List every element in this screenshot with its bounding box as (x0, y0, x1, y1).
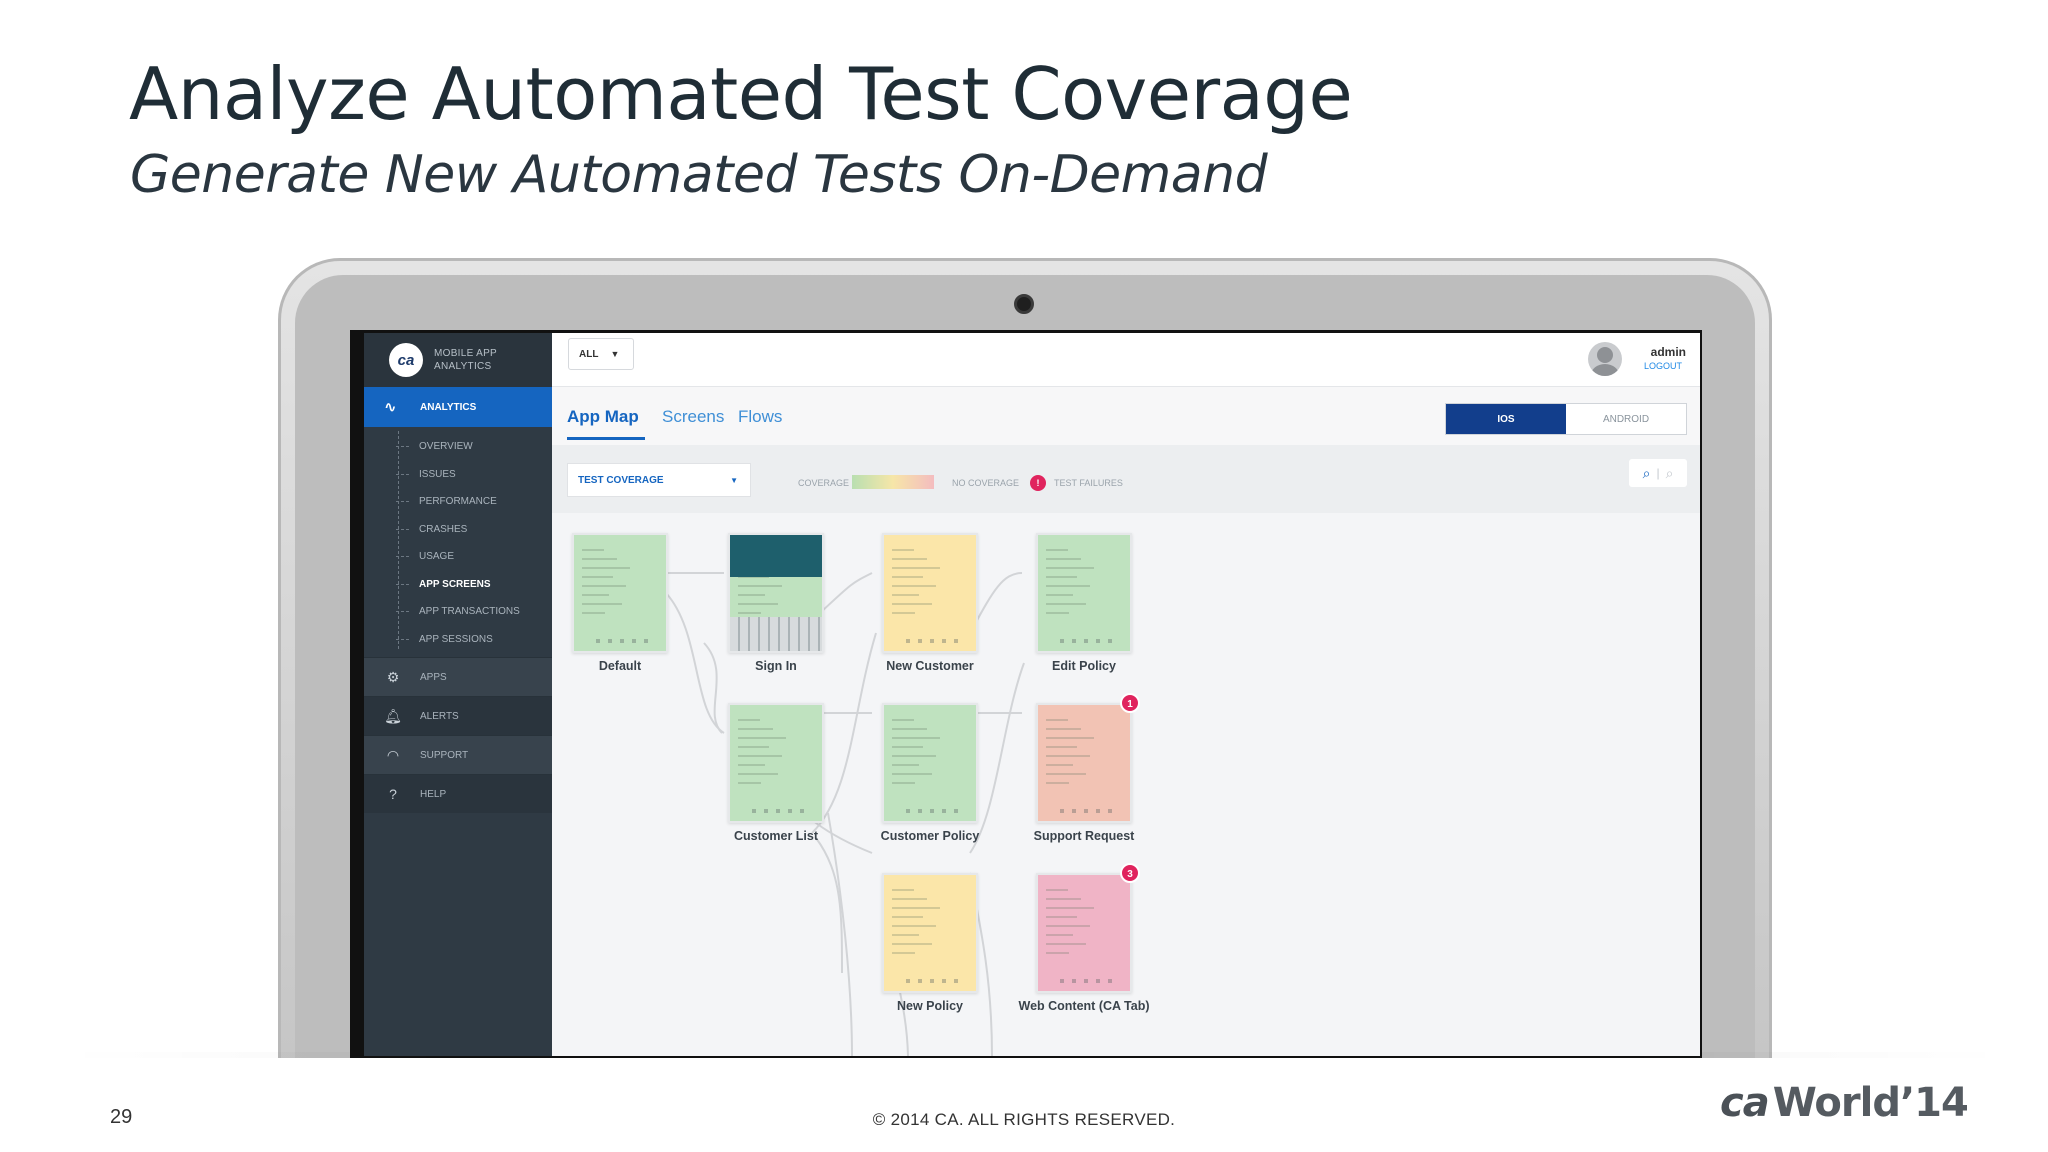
screen-thumbnail[interactable] (572, 533, 668, 653)
zoom-in-icon[interactable]: ⌕ (1666, 465, 1674, 482)
logout-link[interactable]: LOGOUT (1644, 361, 1682, 371)
sidebar-item-alerts[interactable]: 🔔︎ ALERTS (364, 696, 552, 735)
app-filter-value: ALL (579, 348, 599, 360)
subnav-item-overview[interactable]: OVERVIEW (396, 433, 552, 461)
sidebar-item-label: SUPPORT (420, 749, 469, 761)
subnav-item-app-sessions[interactable]: APP SESSIONS (396, 626, 552, 654)
logo-text: MOBILE APP ANALYTICS (434, 347, 497, 373)
subnav-item-app-transactions[interactable]: APP TRANSACTIONS (396, 598, 552, 626)
logo-line-2: ANALYTICS (434, 361, 492, 372)
filter-bar: TEST COVERAGE ▼ COVERAGE NO COVERAGE ! T… (552, 445, 1700, 513)
subnav-item-crashes[interactable]: CRASHES (396, 516, 552, 544)
subnav-label: APP TRANSACTIONS (419, 606, 520, 618)
subnav-label: APP SESSIONS (419, 633, 493, 645)
bell-icon: 🔔︎ (384, 707, 402, 724)
top-bar: ALL ▼ admin LOGOUT (552, 333, 1700, 387)
subnav-label: USAGE (419, 551, 455, 563)
pulse-icon: ∿ (384, 399, 397, 416)
legend-test-failures: TEST FAILURES (1054, 478, 1123, 488)
screen-label: Sign In (755, 659, 797, 673)
logo-row[interactable]: ca MOBILE APP ANALYTICS (364, 333, 552, 387)
app-map-canvas: Default Sign In New Customer Edit Policy Cus… (552, 513, 1700, 1056)
ca-logo-icon: ca (389, 343, 423, 377)
screen-thumbnail[interactable] (882, 533, 978, 653)
subnav-label: ISSUES (419, 468, 456, 480)
brand-ca: ca (1720, 1080, 1770, 1126)
screen-label: Edit Policy (1052, 659, 1116, 673)
tab-screens[interactable]: Screens (662, 407, 724, 427)
screen-thumbnail[interactable] (882, 873, 978, 993)
screen-thumbnail[interactable] (728, 703, 824, 823)
sidebar-item-label: ANALYTICS (420, 401, 477, 413)
subnav-label: PERFORMANCE (419, 496, 497, 508)
view-tabs: App Map Screens Flows IOS ANDROID (552, 387, 1700, 445)
brand-world: World’14 (1772, 1080, 1969, 1126)
app-screen: ca MOBILE APP ANALYTICS ∿ ANALYTICS OVER… (364, 333, 1700, 1056)
coverage-gradient (852, 475, 934, 489)
sidebar-item-label: HELP (420, 788, 447, 800)
subnav-item-usage[interactable]: USAGE (396, 543, 552, 571)
screen-thumbnail[interactable] (1036, 533, 1132, 653)
failure-badge[interactable]: 1 (1120, 693, 1140, 713)
screen-thumbnail[interactable] (1036, 873, 1132, 993)
gears-icon: ⚙ (386, 668, 400, 685)
subnav-item-issues[interactable]: ISSUES (396, 461, 552, 489)
subnav-label: APP SCREENS (419, 578, 491, 590)
sidebar-item-label: ALERTS (420, 710, 459, 722)
screen-label: Customer List (733, 829, 819, 843)
screen-label: Support Request (1033, 829, 1135, 843)
zoom-separator: | (1656, 466, 1660, 480)
legend-no-coverage: NO COVERAGE (952, 478, 1020, 488)
android-button[interactable]: ANDROID (1566, 404, 1686, 434)
sidebar-item-apps[interactable]: ⚙ APPS (364, 657, 552, 696)
subnav-label: CRASHES (419, 523, 468, 535)
headset-icon: ◠ (386, 746, 400, 763)
caworld-logo: ca World’14 (1720, 1080, 1969, 1126)
screen-label: Default (598, 659, 642, 673)
sidebar-item-analytics[interactable]: ∿ ANALYTICS (364, 387, 552, 427)
os-toggle: IOS ANDROID (1445, 403, 1687, 435)
logo-line-1: MOBILE APP (434, 348, 498, 359)
active-tab-indicator (567, 437, 645, 440)
subnav-item-app-screens[interactable]: APP SCREENS (396, 571, 552, 599)
subnav-label: OVERVIEW (419, 441, 473, 453)
legend-coverage: COVERAGE (798, 478, 850, 488)
sidebar-item-help[interactable]: ? HELP (364, 774, 552, 813)
ios-button[interactable]: IOS (1446, 404, 1566, 434)
subnav-item-performance[interactable]: PERFORMANCE (396, 488, 552, 516)
slide-subtitle: Generate New Automated Tests On-Demand (130, 145, 1268, 205)
analytics-subnav: OVERVIEW ISSUES PERFORMANCE CRASHES USAG… (364, 427, 552, 657)
screen-thumbnail[interactable] (882, 703, 978, 823)
failure-badge[interactable]: 3 (1120, 863, 1140, 883)
screen-thumbnail[interactable] (1036, 703, 1132, 823)
slide-title: Analyze Automated Test Coverage (129, 52, 1353, 136)
screen-label: New Policy (897, 999, 963, 1013)
sidebar: ca MOBILE APP ANALYTICS ∿ ANALYTICS OVER… (364, 333, 552, 1056)
sidebar-item-label: APPS (420, 671, 447, 683)
tab-app-map[interactable]: App Map (567, 407, 639, 427)
zoom-out-icon[interactable]: ⌕ (1643, 465, 1651, 482)
coverage-dropdown[interactable]: TEST COVERAGE ▼ (567, 463, 751, 497)
failure-legend-icon: ! (1030, 475, 1046, 491)
sidebar-item-support[interactable]: ◠ SUPPORT (364, 735, 552, 774)
user-name: admin (1650, 345, 1686, 359)
help-icon: ? (389, 786, 397, 802)
zoom-controls: ⌕ | ⌕ (1629, 459, 1687, 487)
screen-label: Web Content (CA Tab) (1018, 999, 1150, 1013)
screen-label: New Customer (886, 659, 974, 673)
caret-down-icon: ▼ (730, 475, 738, 485)
screen-label: Customer Policy (880, 829, 980, 843)
coverage-dropdown-value: TEST COVERAGE (578, 474, 664, 486)
camera-icon (1014, 294, 1034, 314)
user-avatar[interactable] (1588, 342, 1622, 376)
tab-flows[interactable]: Flows (738, 407, 782, 427)
app-filter-dropdown[interactable]: ALL ▼ (568, 338, 634, 370)
caret-down-icon: ▼ (610, 349, 620, 359)
screen-thumbnail[interactable] (728, 533, 824, 653)
